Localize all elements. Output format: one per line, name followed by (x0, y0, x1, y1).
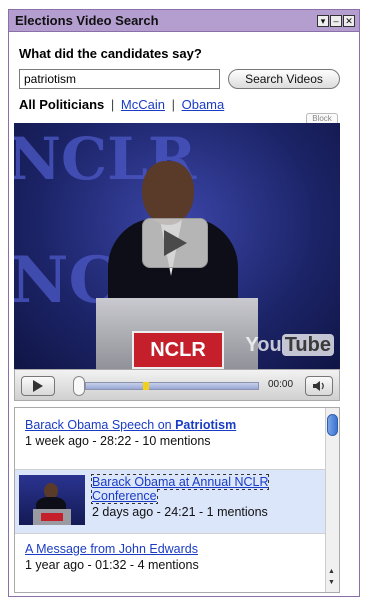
filter-mccain-link[interactable]: McCain (121, 97, 165, 112)
filter-obama-link[interactable]: Obama (182, 97, 225, 112)
menu-icon[interactable]: ▾ (317, 14, 329, 27)
search-videos-button[interactable]: Search Videos (228, 69, 340, 89)
video-frame[interactable]: NCLR NCLR NCLR YouTube (14, 123, 340, 369)
volume-button[interactable] (305, 376, 333, 396)
list-item[interactable]: Barack Obama Speech on Patriotism 1 week… (15, 408, 339, 470)
list-item-selected[interactable]: Barack Obama at Annual NCLR Conference 2… (15, 470, 339, 534)
list-item[interactable]: A Message from John Edwards 1 year ago -… (15, 534, 339, 592)
result-meta: 1 week ago - 28:22 - 10 mentions (25, 434, 211, 448)
search-prompt: What did the candidates say? (19, 46, 202, 61)
result-title-link[interactable]: Barack Obama at Annual NCLR Conference (90, 474, 270, 504)
seek-handle[interactable] (73, 376, 85, 396)
result-meta: 1 year ago - 01:32 - 4 mentions (25, 558, 199, 572)
scroll-up-icon[interactable]: ▲ (328, 568, 335, 575)
speaker-icon (313, 381, 324, 391)
time-display: 00:00 (268, 379, 294, 390)
play-icon (33, 380, 43, 392)
scroll-down-icon[interactable]: ▼ (328, 579, 335, 586)
seek-marker (143, 382, 149, 390)
close-icon[interactable]: ✕ (343, 14, 355, 27)
window-controls: ▾ – ✕ (317, 14, 355, 27)
result-meta: 2 days ago - 24:21 - 1 mentions (92, 505, 268, 519)
play-icon (164, 230, 187, 256)
result-title-link[interactable]: A Message from John Edwards (25, 542, 198, 556)
video-thumbnail[interactable] (19, 475, 85, 525)
politician-filter: All Politicians | McCain | Obama (19, 97, 225, 112)
speaker-head (142, 161, 194, 225)
seek-bar[interactable] (85, 382, 259, 390)
minimize-icon[interactable]: – (330, 14, 342, 27)
search-input[interactable] (19, 69, 220, 89)
player-controls: 00:00 (14, 369, 340, 401)
podium-sign: NCLR (132, 331, 224, 369)
filter-all-politicians[interactable]: All Politicians (19, 97, 104, 112)
result-title-link[interactable]: Barack Obama Speech on Patriotism (25, 418, 236, 432)
results-list: Barack Obama Speech on Patriotism 1 week… (14, 407, 340, 593)
scrollbar-thumb[interactable] (327, 414, 338, 436)
title-bar: Elections Video Search ▾ – ✕ (9, 10, 359, 32)
play-overlay-button[interactable] (142, 218, 208, 268)
window-title: Elections Video Search (15, 13, 159, 28)
results-scrollbar[interactable]: ▲ ▼ (325, 408, 339, 592)
play-button[interactable] (21, 376, 55, 396)
youtube-logo: You Tube (245, 334, 334, 357)
